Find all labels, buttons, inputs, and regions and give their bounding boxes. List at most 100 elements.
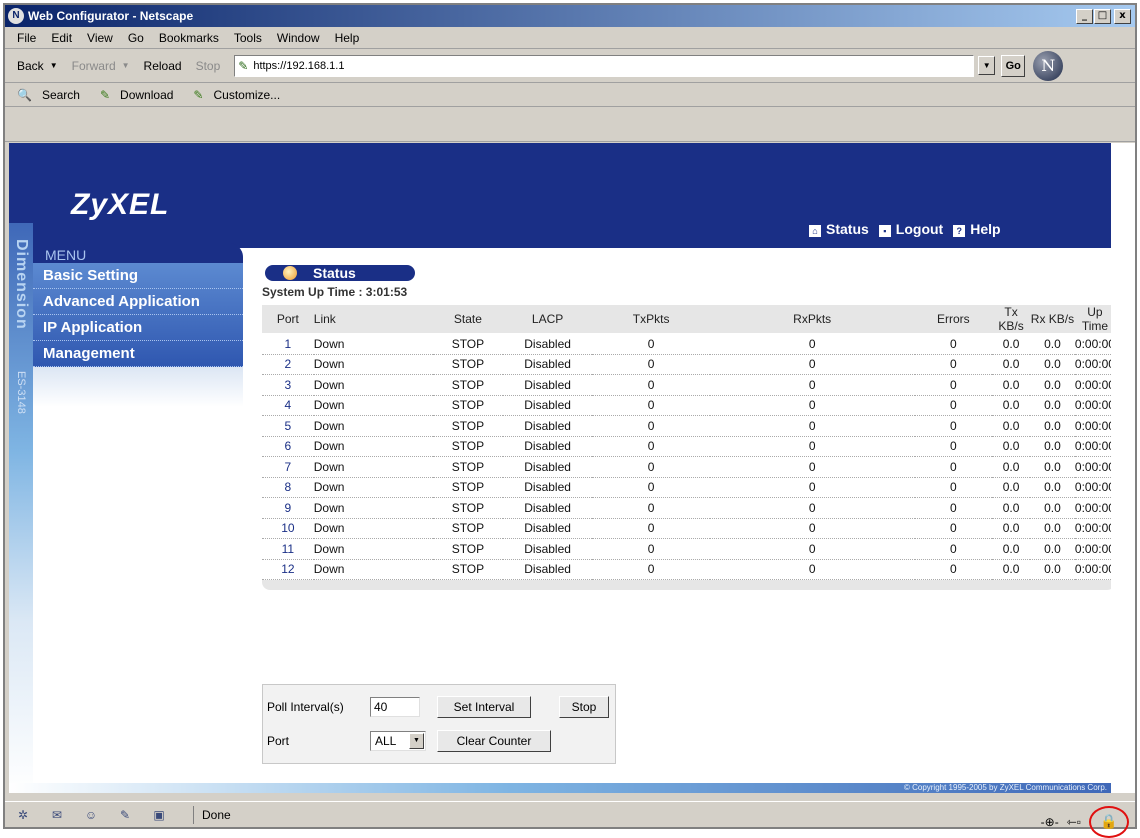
site-icon: ✎: [238, 58, 249, 73]
logout-link[interactable]: ▪ Logout: [878, 221, 943, 237]
stop-polling-button[interactable]: Stop: [559, 696, 609, 718]
cell-errors: 0: [914, 497, 993, 519]
table-row: 1 Down STOP Disabled 0 0 0 0.0 0.0 0:00:00: [262, 333, 1111, 355]
menu-file[interactable]: File: [17, 31, 36, 45]
status-tray: -⊕- ⇽▫ 🔒: [1041, 806, 1129, 838]
menu-window[interactable]: Window: [277, 31, 320, 45]
forward-dropdown-icon[interactable]: ▼: [122, 61, 130, 70]
url-history-dropdown[interactable]: ▼: [978, 56, 996, 75]
cell-lacp: Disabled: [502, 518, 593, 539]
menu-view[interactable]: View: [87, 31, 113, 45]
address-book-icon[interactable]: ▣: [149, 807, 169, 823]
set-interval-button[interactable]: Set Interval: [437, 696, 531, 718]
table-row: 10 Down STOP Disabled 0 0 0 0.0 0.0 0:00:00: [262, 518, 1111, 539]
back-button[interactable]: Back ▼: [17, 59, 58, 73]
title-bar: N Web Configurator - Netscape _ □ x: [5, 5, 1135, 27]
cell-state: STOP: [433, 436, 503, 457]
help-link[interactable]: ? Help: [953, 221, 1001, 237]
customize-label: Customize...: [213, 87, 281, 102]
aim-icon[interactable]: ☺: [81, 807, 101, 823]
download-label: Download: [120, 87, 174, 102]
menu-tools[interactable]: Tools: [234, 31, 262, 45]
cell-port: 5: [262, 415, 314, 437]
menu-go[interactable]: Go: [128, 31, 144, 45]
online-icon[interactable]: -⊕-: [1041, 815, 1059, 829]
cell-uptime: 0:00:00: [1074, 559, 1111, 580]
customize-button[interactable]: ✎ Customize...: [193, 88, 290, 102]
menu-bookmarks[interactable]: Bookmarks: [159, 31, 219, 45]
security-indicator-icon[interactable]: ⇽▫: [1067, 815, 1081, 829]
menu-item-management[interactable]: Management: [33, 341, 243, 367]
cell-rxpkts: 0: [709, 436, 915, 457]
netscape-logo-icon[interactable]: N: [1033, 50, 1064, 81]
cell-state: STOP: [433, 333, 503, 355]
port-select[interactable]: ALL ▼: [370, 731, 426, 751]
zyxel-logo: ZyXEL: [71, 188, 170, 221]
table-row: 2 Down STOP Disabled 0 0 0 0.0 0.0 0:00:00: [262, 354, 1111, 375]
status-link[interactable]: ⌂ Status: [809, 221, 869, 237]
stop-button[interactable]: Stop: [196, 59, 221, 73]
cell-state: STOP: [433, 518, 503, 539]
header-links: ⌂ Status ▪ Logout ? Help: [809, 221, 1001, 237]
cell-port: 4: [262, 395, 314, 416]
cell-tx-kbs: 0.0: [992, 538, 1031, 560]
cell-errors: 0: [914, 395, 993, 416]
col-errors: Errors: [914, 305, 993, 334]
cell-rxpkts: 0: [709, 559, 915, 580]
cell-link: Down: [313, 374, 434, 396]
composer-icon[interactable]: ✎: [115, 807, 135, 823]
port-status-table: Port Link State LACP TxPkts RxPkts Error…: [262, 305, 1111, 580]
cell-port: 12: [262, 559, 314, 580]
poll-interval-label: Poll Interval(s): [267, 700, 344, 714]
navigator-icon[interactable]: ✲: [13, 807, 33, 823]
clear-counter-button[interactable]: Clear Counter: [437, 730, 551, 752]
cell-state: STOP: [433, 559, 503, 580]
cell-uptime: 0:00:00: [1074, 497, 1111, 519]
cell-port: 8: [262, 477, 314, 498]
cell-uptime: 0:00:00: [1074, 456, 1111, 478]
customize-icon: ✎: [193, 87, 204, 102]
search-button[interactable]: 🔍 Search: [17, 88, 90, 102]
back-label: Back: [17, 58, 44, 73]
menu-item-ip-application[interactable]: IP Application: [33, 315, 243, 341]
cell-rx-kbs: 0.0: [1030, 518, 1075, 539]
reload-button[interactable]: Reload: [144, 59, 182, 73]
menu-edit[interactable]: Edit: [51, 31, 72, 45]
menu-footer: [33, 367, 243, 407]
maximize-button[interactable]: □: [1094, 8, 1111, 24]
download-button[interactable]: ✎ Download: [100, 88, 183, 102]
poll-interval-input[interactable]: 40: [370, 697, 420, 717]
url-bar[interactable]: ✎ https://192.168.1.1: [234, 54, 975, 77]
cell-link: Down: [313, 497, 434, 519]
mail-icon[interactable]: ✉: [47, 807, 67, 823]
menu-item-basic-setting[interactable]: Basic Setting: [33, 263, 243, 289]
cell-tx-kbs: 0.0: [992, 395, 1031, 416]
cell-errors: 0: [914, 456, 993, 478]
cell-rx-kbs: 0.0: [1030, 436, 1075, 457]
forward-button[interactable]: Forward ▼: [72, 59, 130, 73]
cell-txpkts: 0: [592, 395, 710, 416]
cell-port: 2: [262, 354, 314, 375]
lock-icon[interactable]: 🔒: [1089, 806, 1129, 838]
cell-state: STOP: [433, 354, 503, 375]
cell-uptime: 0:00:00: [1074, 518, 1111, 539]
go-button[interactable]: Go: [1001, 54, 1026, 77]
right-frame: [1111, 143, 1135, 793]
vertical-model-text: ES-3148: [15, 371, 27, 414]
browser-window: N Web Configurator - Netscape _ □ x File…: [3, 3, 1137, 838]
menu-item-advanced-application[interactable]: Advanced Application: [33, 289, 243, 315]
table-row: 6 Down STOP Disabled 0 0 0 0.0 0.0 0:00:00: [262, 436, 1111, 457]
cell-rxpkts: 0: [709, 374, 915, 396]
cell-link: Down: [313, 538, 434, 560]
chevron-down-icon[interactable]: ▼: [409, 733, 424, 749]
copyright-bar: © Copyright 1995-2005 by ZyXEL Communica…: [9, 783, 1111, 793]
cell-state: STOP: [433, 538, 503, 560]
minimize-button[interactable]: _: [1076, 8, 1093, 24]
close-button[interactable]: x: [1114, 8, 1131, 24]
cell-state: STOP: [433, 374, 503, 396]
table-body: 1 Down STOP Disabled 0 0 0 0.0 0.0 0:00:00 2 Down ST…: [262, 333, 1111, 580]
cell-txpkts: 0: [592, 497, 710, 519]
back-dropdown-icon[interactable]: ▼: [50, 61, 58, 70]
logout-icon: ▪: [878, 225, 891, 237]
menu-help[interactable]: Help: [335, 31, 360, 45]
